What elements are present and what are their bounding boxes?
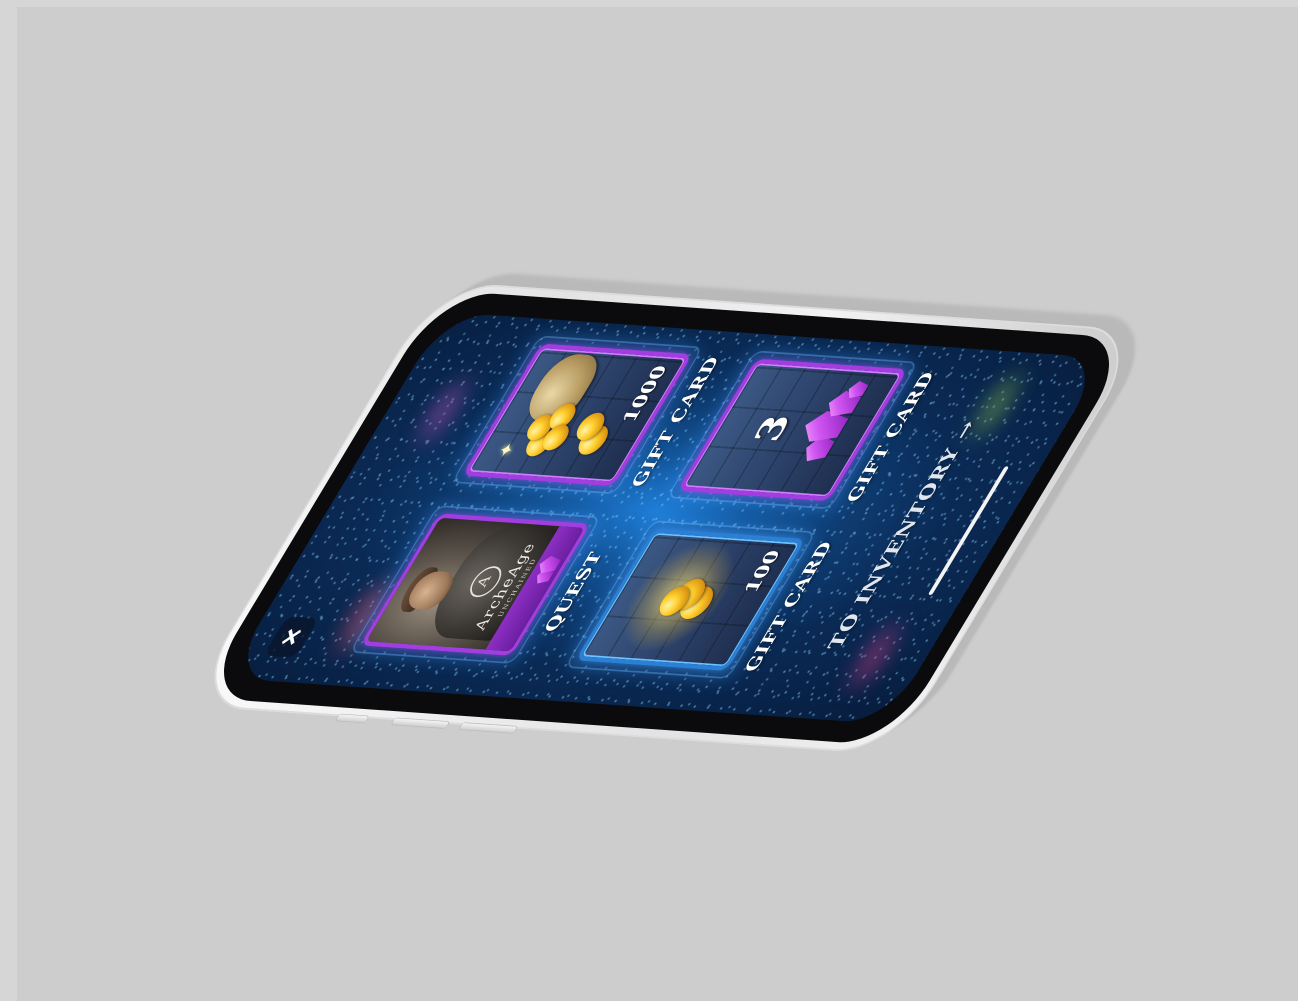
- close-button[interactable]: +: [263, 615, 320, 658]
- gift-card-slot-1000[interactable]: ✦ 1000 GIFT CARD: [453, 337, 724, 493]
- close-icon: +: [276, 615, 306, 658]
- mute-switch: [335, 714, 369, 723]
- mockup-background: + A ArcheAge UNCHAINED QUEST ✦ 1000 GIFT…: [17, 7, 1298, 1001]
- phone-bezel: + A ArcheAge UNCHAINED QUEST ✦ 1000 GIFT…: [197, 290, 1136, 746]
- reward-amount: 1000: [617, 364, 672, 424]
- reward-screen: + A ArcheAge UNCHAINED QUEST ✦ 1000 GIFT…: [227, 312, 1106, 724]
- sparkle-icon: ✦: [493, 441, 521, 459]
- reward-amount: 100: [738, 549, 785, 594]
- app-screen: + A ArcheAge UNCHAINED QUEST ✦ 1000 GIFT…: [226, 311, 1107, 725]
- quest-card-slot[interactable]: A ArcheAge UNCHAINED QUEST: [351, 506, 607, 663]
- phone-body: + A ArcheAge UNCHAINED QUEST ✦ 1000 GIFT…: [185, 269, 1165, 755]
